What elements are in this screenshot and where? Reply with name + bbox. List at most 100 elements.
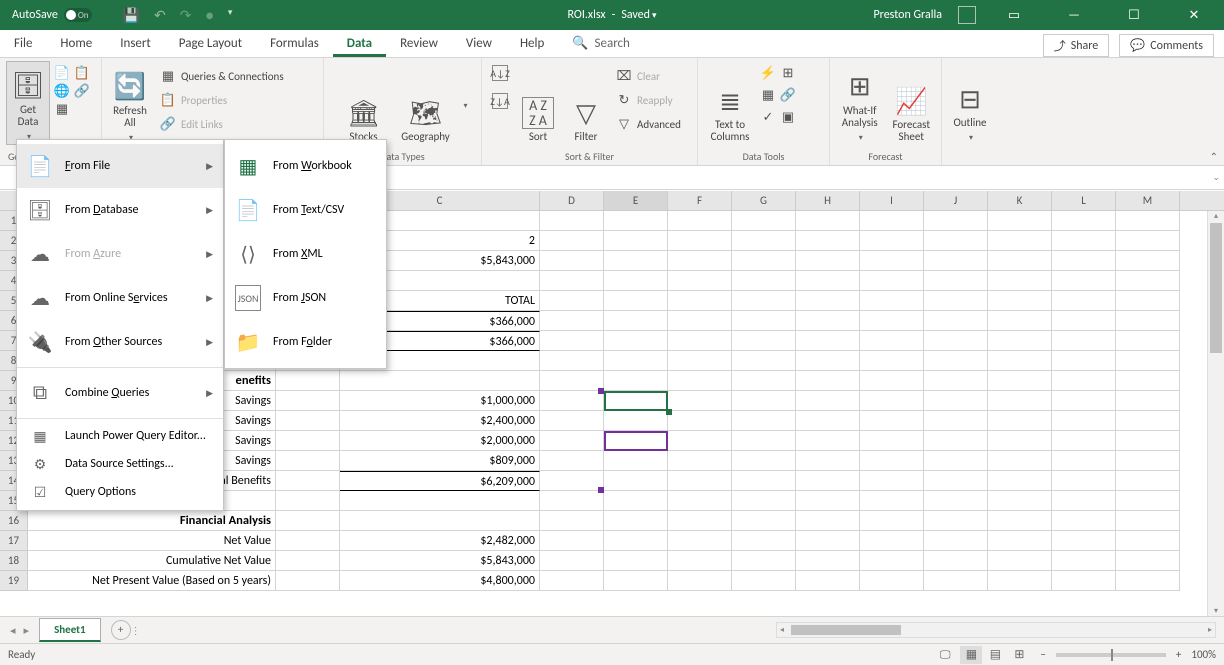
cell[interactable] [668,311,732,331]
data-types-more[interactable] [461,98,467,111]
cell[interactable] [796,371,860,391]
cell[interactable] [604,231,668,251]
cell[interactable] [540,491,604,511]
cell[interactable] [860,271,924,291]
cell[interactable] [1116,431,1180,451]
cell[interactable] [796,471,860,491]
cell[interactable] [732,451,796,471]
grid-row[interactable]: 16Financial Analysis [0,511,1224,531]
cell[interactable] [1052,331,1116,351]
cell[interactable] [1116,371,1180,391]
cell[interactable] [668,351,732,371]
zoom-out[interactable]: − [1040,648,1045,661]
cell[interactable]: $2,482,000 [340,531,540,551]
cell[interactable] [1116,471,1180,491]
zoom-in[interactable]: + [1176,648,1181,661]
close-icon[interactable]: ✕ [1172,0,1216,30]
cell[interactable] [860,391,924,411]
cell[interactable] [796,271,860,291]
cell[interactable] [732,351,796,371]
data-model-icon[interactable]: ▣ [780,109,796,125]
col-header[interactable]: J [924,191,988,210]
sort-za-icon[interactable]: Z↓A [492,93,508,109]
row-header[interactable]: 18 [0,551,28,571]
tab-search[interactable]: 🔍Search [558,32,644,57]
cell[interactable] [988,311,1052,331]
vertical-scrollbar[interactable] [1207,211,1224,616]
avatar[interactable] [958,6,976,24]
tab-file[interactable]: File [0,32,46,57]
submenu-workbook[interactable]: ▦From Workbook [225,144,386,188]
outline-button[interactable]: ⊟Outline [948,61,992,145]
cell[interactable] [1116,531,1180,551]
sheet-tab[interactable]: Sheet1 [39,618,101,642]
cell[interactable] [988,451,1052,471]
cell[interactable] [924,511,988,531]
cell[interactable] [668,331,732,351]
cell[interactable] [796,231,860,251]
cell[interactable] [668,271,732,291]
cell[interactable] [668,531,732,551]
menu-query-options[interactable]: ☑Query Options [17,478,223,506]
cell[interactable] [1052,351,1116,371]
cell[interactable] [988,491,1052,511]
comments-button[interactable]: 💬Comments [1119,34,1214,57]
cell[interactable] [276,571,340,591]
cell[interactable] [340,511,540,531]
cell[interactable] [1052,431,1116,451]
cell[interactable] [604,251,668,271]
cell[interactable] [540,311,604,331]
cell[interactable] [860,311,924,331]
cell[interactable] [732,231,796,251]
cell[interactable] [540,231,604,251]
flash-fill-icon[interactable]: ⚡ [760,65,776,81]
tab-page-layout[interactable]: Page Layout [165,32,256,57]
cell[interactable] [860,411,924,431]
zoom-slider[interactable] [1056,653,1166,657]
cell[interactable] [732,571,796,591]
cell[interactable] [796,391,860,411]
cell[interactable] [988,411,1052,431]
cell[interactable] [540,531,604,551]
submenu-xml[interactable]: ⟨⟩From XML [225,232,386,276]
cell[interactable] [732,331,796,351]
advanced-button[interactable]: ▽Advanced [612,113,685,135]
cell[interactable] [540,371,604,391]
cell[interactable] [276,471,340,491]
username[interactable]: Preston Gralla [873,8,942,22]
cell[interactable] [540,291,604,311]
from-table-icon[interactable]: ▦ [54,101,70,117]
qat-more[interactable]: ▾ [228,7,233,24]
queries-connections-button[interactable]: ▦Queries & Connections [156,65,288,87]
tab-formulas[interactable]: Formulas [256,32,333,57]
cell[interactable] [276,391,340,411]
cell[interactable] [924,271,988,291]
cell[interactable] [732,491,796,511]
from-web-icon[interactable]: 🌐 [54,83,70,99]
cell[interactable] [860,471,924,491]
cell[interactable] [540,451,604,471]
add-sheet-button[interactable]: + [111,620,131,640]
cell[interactable] [604,471,668,491]
cell[interactable] [988,331,1052,351]
get-data-button[interactable]: 🗄 Get Data [6,61,50,145]
cell[interactable] [668,471,732,491]
cell[interactable] [732,551,796,571]
undo-icon[interactable]: ↶ [154,7,166,24]
cell[interactable] [276,491,340,511]
cell[interactable] [860,371,924,391]
cell[interactable] [860,571,924,591]
cell[interactable]: Financial Analysis [28,511,276,531]
page-layout-icon[interactable]: ▤ [984,646,1006,664]
col-header[interactable]: M [1116,191,1180,210]
cell[interactable] [860,331,924,351]
grid-row[interactable]: 17Net Value$2,482,000 [0,531,1224,551]
col-header[interactable]: H [796,191,860,210]
cell[interactable] [1116,271,1180,291]
cell[interactable] [988,391,1052,411]
cell[interactable] [924,411,988,431]
cell[interactable] [796,571,860,591]
col-header[interactable]: G [732,191,796,210]
cell[interactable] [732,531,796,551]
submenu-folder[interactable]: 📁From Folder [225,320,386,364]
